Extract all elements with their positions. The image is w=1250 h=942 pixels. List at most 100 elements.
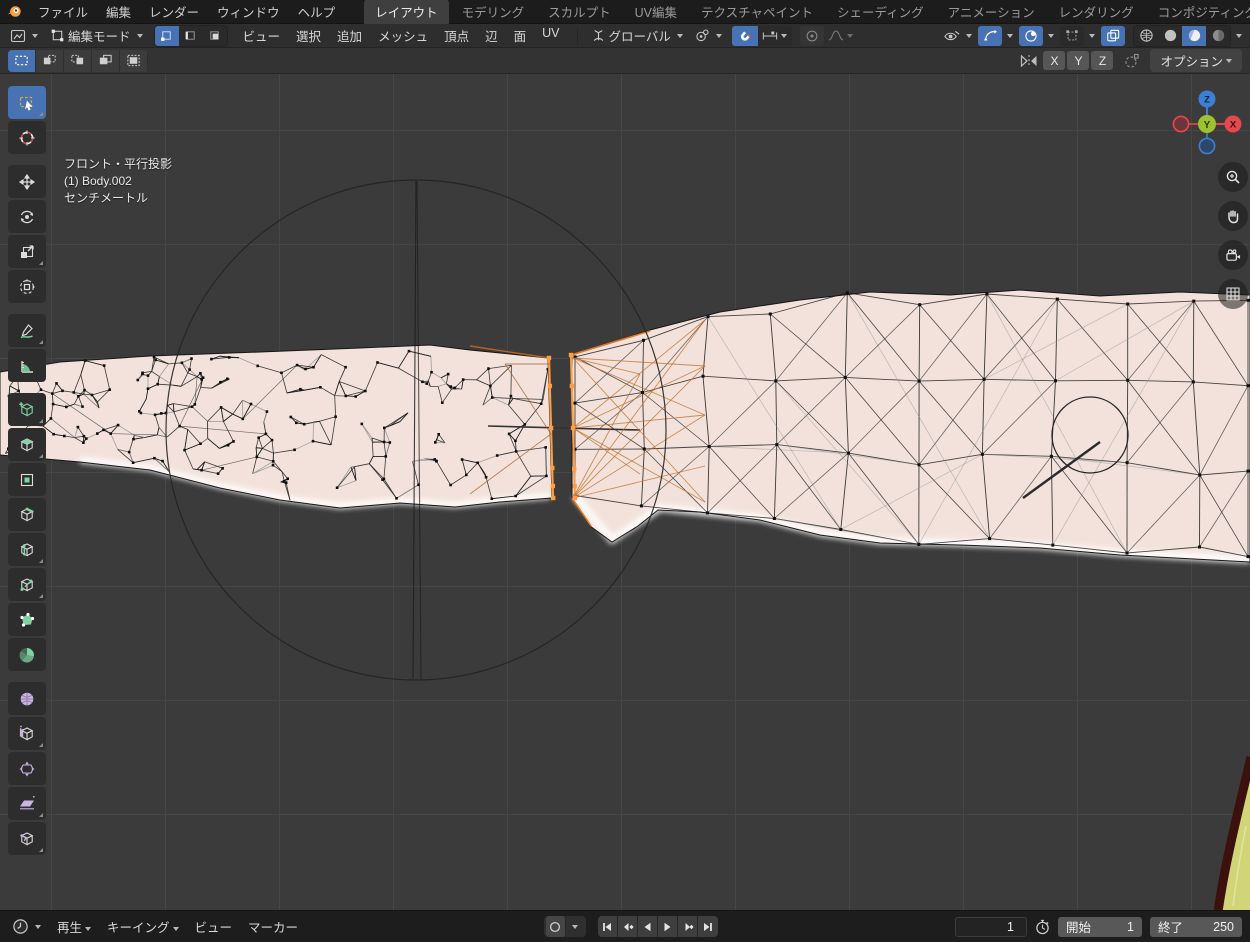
workspace-tab-5[interactable]: シェーディング — [826, 0, 935, 24]
viewport-menu-0[interactable]: ビュー — [235, 24, 289, 47]
workspace-tab-1[interactable]: モデリング — [451, 0, 536, 24]
axis-toggle-y[interactable]: Y — [1067, 51, 1089, 70]
top-menu-2[interactable]: レンダー — [140, 0, 208, 23]
timeline-menu-1[interactable]: キーイング — [99, 915, 187, 938]
show-gizmo-dropdown[interactable] — [1007, 34, 1013, 38]
blender-logo-icon[interactable] — [6, 3, 23, 20]
viewport-canvas[interactable] — [0, 74, 1250, 910]
tool-transform[interactable] — [8, 270, 46, 303]
tool-shrink-fatten[interactable] — [8, 752, 46, 785]
tool-smooth[interactable] — [8, 682, 46, 715]
viewport-menu-4[interactable]: 頂点 — [436, 24, 477, 47]
axis-toggle-z[interactable]: Z — [1091, 51, 1113, 70]
proportional-editing-toggle[interactable] — [800, 26, 824, 46]
tool-measure[interactable] — [8, 349, 46, 382]
workspace-tab-8[interactable]: コンポジティング — [1147, 0, 1250, 24]
top-menu-1[interactable]: 編集 — [97, 0, 140, 23]
zoom-button[interactable] — [1218, 162, 1248, 192]
viewport-menu-5[interactable]: 辺 — [477, 24, 506, 47]
workspace-tab-3[interactable]: UV編集 — [624, 0, 688, 24]
show-gizmo-toggle[interactable] — [978, 26, 1002, 46]
prev-keyframe-button[interactable] — [618, 916, 638, 937]
current-frame-field[interactable]: 1 — [955, 917, 1027, 937]
tool-annotate[interactable] — [8, 314, 46, 347]
select-new-button[interactable] — [8, 50, 36, 72]
select-subtract-button[interactable] — [64, 50, 92, 72]
top-menu-3[interactable]: ウィンドウ — [208, 0, 289, 23]
shading-rendered-button[interactable] — [1206, 26, 1230, 46]
orientation-dropdown[interactable]: グローバル — [587, 24, 687, 47]
workspace-tab-6[interactable]: アニメーション — [937, 0, 1046, 24]
tool-inset-faces[interactable] — [8, 463, 46, 496]
tool-add-cube[interactable] — [8, 393, 46, 426]
tool-select-box[interactable] — [8, 86, 46, 119]
proportional-falloff-dropdown[interactable] — [824, 26, 858, 46]
timeline-menu-0[interactable]: 再生 — [49, 915, 99, 938]
workspace-tab-4[interactable]: テクスチャペイント — [690, 0, 824, 24]
auto-keying-toggle[interactable] — [546, 916, 566, 937]
snap-toggle-button[interactable] — [732, 26, 758, 46]
shading-material-preview-button[interactable] — [1182, 26, 1206, 46]
pivot-point-dropdown[interactable] — [691, 26, 726, 45]
tool-extrude-region[interactable] — [8, 428, 46, 461]
tool-knife[interactable] — [8, 568, 46, 601]
toggle-xray-button[interactable] — [1101, 26, 1125, 46]
top-menu-0[interactable]: ファイル — [29, 0, 97, 23]
timeline-menu-3[interactable]: マーカー — [240, 915, 306, 938]
tool-scale[interactable] — [8, 235, 46, 268]
keying-dropdown[interactable] — [572, 925, 578, 929]
viewport-menu-6[interactable]: 面 — [506, 24, 535, 47]
select-extend-button[interactable] — [36, 50, 64, 72]
tool-rip-region[interactable] — [8, 822, 46, 855]
frame-end-field[interactable]: 終了 250 — [1150, 917, 1242, 937]
tool-move[interactable] — [8, 165, 46, 198]
next-keyframe-button[interactable] — [678, 916, 698, 937]
viewport-3d[interactable]: フロント・平行投影 (1) Body.002 センチメートル ZXY — [0, 74, 1250, 910]
axis-navigation-gizmo[interactable]: ZXY — [1167, 84, 1247, 164]
top-menu-4[interactable]: ヘルプ — [289, 0, 345, 23]
play-button[interactable] — [658, 916, 678, 937]
timeline-editor-type-button[interactable] — [8, 916, 45, 937]
frame-start-field[interactable]: 開始 1 — [1058, 917, 1142, 937]
workspace-tab-2[interactable]: スカルプト — [537, 0, 622, 24]
toggle-perspective-grid-button[interactable] — [1218, 279, 1248, 309]
axis-toggle-x[interactable]: X — [1043, 51, 1065, 70]
workspace-tab-7[interactable]: レンダリング — [1048, 0, 1145, 24]
mode-dropdown[interactable]: 編集モード — [46, 24, 147, 47]
show-overlays-dropdown[interactable] — [1048, 34, 1054, 38]
mirror-icon[interactable] — [1020, 53, 1038, 69]
tool-spin[interactable] — [8, 638, 46, 671]
play-reverse-button[interactable] — [638, 916, 658, 937]
tool-bevel[interactable] — [8, 498, 46, 531]
select-invert-button[interactable] — [92, 50, 120, 72]
pan-hand-button[interactable] — [1218, 201, 1248, 231]
viewport-menu-1[interactable]: 選択 — [288, 24, 329, 47]
gizmo-object-toggle[interactable] — [1060, 26, 1084, 46]
gizmo-object-dropdown[interactable] — [1089, 34, 1095, 38]
snap-with-dropdown[interactable] — [758, 26, 792, 46]
jump-end-button[interactable] — [698, 916, 718, 937]
options-dropdown[interactable]: オプション — [1150, 49, 1242, 72]
camera-view-button[interactable] — [1218, 240, 1248, 270]
jump-start-button[interactable] — [598, 916, 618, 937]
shading-solid-button[interactable] — [1158, 26, 1182, 46]
tool-poly-build[interactable] — [8, 603, 46, 636]
viewport-menu-2[interactable]: 追加 — [329, 24, 370, 47]
workspace-tab-0[interactable]: レイアウト — [364, 0, 449, 24]
viewport-menu-3[interactable]: メッシュ — [370, 24, 436, 47]
stopwatch-icon[interactable] — [1035, 919, 1050, 935]
select-mode-vertex-button[interactable] — [155, 26, 179, 46]
show-overlays-toggle[interactable] — [1019, 26, 1043, 46]
viewport-menu-7[interactable]: UV — [534, 24, 567, 47]
tool-loop-cut[interactable] — [8, 533, 46, 566]
editor-type-button[interactable] — [6, 26, 42, 46]
select-mode-edge-button[interactable] — [179, 26, 203, 46]
tool-rotate[interactable] — [8, 200, 46, 233]
tool-shear[interactable] — [8, 787, 46, 820]
snap-dashed-circle-icon[interactable] — [1124, 53, 1140, 69]
select-mode-face-button[interactable] — [203, 26, 227, 46]
shading-wireframe-button[interactable] — [1134, 26, 1158, 46]
timeline-menu-2[interactable]: ビュー — [187, 915, 241, 938]
shading-dropdown[interactable] — [1236, 34, 1242, 38]
select-intersect-button[interactable] — [120, 50, 148, 72]
